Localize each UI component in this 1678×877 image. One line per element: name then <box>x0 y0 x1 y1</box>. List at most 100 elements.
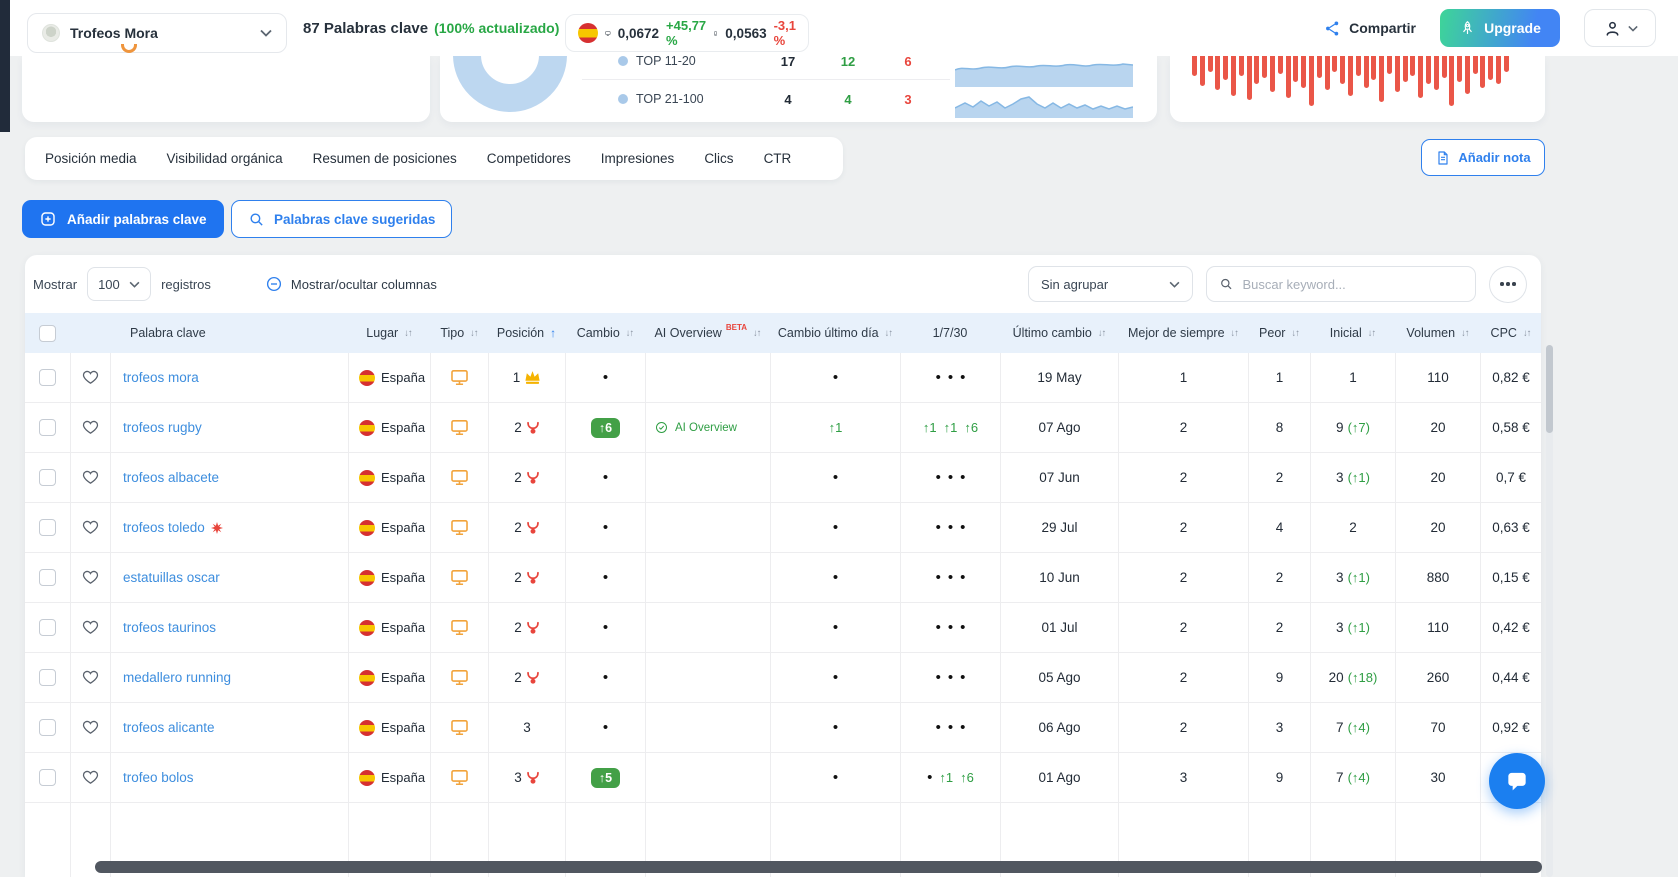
keyword-link[interactable]: trofeos alicante <box>123 720 215 735</box>
row-checkbox[interactable] <box>39 519 56 536</box>
favorite-heart-icon[interactable] <box>82 419 99 436</box>
row-checkbox[interactable] <box>39 369 56 386</box>
favorite-heart-icon[interactable] <box>82 619 99 636</box>
row-checkbox[interactable] <box>39 769 56 786</box>
select-all-checkbox[interactable] <box>39 325 56 342</box>
column-header-cambio[interactable]: Cambio↓↑ <box>565 313 645 353</box>
keyword-link[interactable]: estatuillas oscar <box>123 570 220 585</box>
keyword-link[interactable]: trofeos taurinos <box>123 620 216 635</box>
keyword-link[interactable]: trofeos mora <box>123 370 199 385</box>
column-header-tipo[interactable]: Tipo↓↑ <box>430 313 488 353</box>
ai-overview-cell <box>645 353 770 403</box>
column-header-ltimo-cambio[interactable]: Último cambio↓↑ <box>1000 313 1118 353</box>
suggested-keywords-label: Palabras clave sugeridas <box>274 212 435 227</box>
column-header-posici-n[interactable]: Posición↑ <box>488 313 565 353</box>
row-checkbox[interactable] <box>39 669 56 686</box>
column-header-cpc[interactable]: CPC↓↑ <box>1480 313 1541 353</box>
toggle-columns-button[interactable]: Mostrar/ocultar columnas <box>265 275 437 293</box>
favorite-heart-icon[interactable] <box>82 669 99 686</box>
tab-resumen-de-posiciones[interactable]: Resumen de posiciones <box>313 151 457 166</box>
desktop-icon <box>450 518 469 537</box>
last-day-change-cell: • <box>770 753 900 803</box>
column-header-ai-overview[interactable]: AI OverviewBETA↓↑ <box>645 313 770 353</box>
red-bar <box>1340 56 1345 84</box>
chevron-down-icon <box>1169 281 1180 288</box>
red-bar <box>1293 56 1298 82</box>
row-checkbox[interactable] <box>39 469 56 486</box>
location-cell: España <box>348 653 430 703</box>
project-favicon-icon <box>42 24 60 42</box>
column-header-inicial[interactable]: Inicial↓↑ <box>1310 313 1395 353</box>
horizontal-scrollbar[interactable] <box>95 861 1542 873</box>
favorite-heart-icon[interactable] <box>82 469 99 486</box>
row-checkbox[interactable] <box>39 719 56 736</box>
red-bar <box>1348 56 1353 96</box>
tab-visibilidad-org-nica[interactable]: Visibilidad orgánica <box>167 151 283 166</box>
position-cell: 2 <box>488 653 565 703</box>
ai-overview-cell <box>645 653 770 703</box>
keyword-link[interactable]: trofeos albacete <box>123 470 219 485</box>
user-menu-button[interactable] <box>1584 9 1656 47</box>
page-size-select[interactable]: 100 <box>87 267 151 301</box>
worst-cell: 4 <box>1248 503 1310 553</box>
suggested-keywords-button[interactable]: Palabras clave sugeridas <box>231 200 452 238</box>
initial-cell: 3(↑1) <box>1310 453 1395 503</box>
show-label: Mostrar <box>33 277 77 292</box>
worst-cell: 9 <box>1248 653 1310 703</box>
add-keywords-button[interactable]: Añadir palabras clave <box>22 200 224 238</box>
favorite-heart-icon[interactable] <box>82 569 99 586</box>
row-checkbox[interactable] <box>39 569 56 586</box>
change-cell: • <box>565 453 645 503</box>
column-header-volumen[interactable]: Volumen↓↑ <box>1395 313 1480 353</box>
mobile-change: -3,1 % <box>774 18 796 48</box>
initial-cell: 9(↑7) <box>1310 403 1395 453</box>
vertical-scrollbar-thumb[interactable] <box>1546 345 1553 433</box>
tab-impresiones[interactable]: Impresiones <box>601 151 675 166</box>
group-select[interactable]: Sin agrupar <box>1028 266 1193 302</box>
column-header-peor[interactable]: Peor↓↑ <box>1248 313 1310 353</box>
column-header-lugar[interactable]: Lugar↓↑ <box>348 313 430 353</box>
favorite-heart-icon[interactable] <box>82 719 99 736</box>
column-header-1-7-30[interactable]: 1/7/30 <box>900 313 1000 353</box>
share-button[interactable]: Compartir <box>1324 20 1416 37</box>
keyword-link[interactable]: medallero running <box>123 670 231 685</box>
search-input[interactable] <box>1242 277 1463 292</box>
last-change-date-cell: 01 Jul <box>1000 603 1118 653</box>
upgrade-button[interactable]: Upgrade <box>1440 9 1560 47</box>
tab-competidores[interactable]: Competidores <box>487 151 571 166</box>
row-select-cell <box>25 603 70 653</box>
sort-icon: ↓↑ <box>1523 328 1531 339</box>
tab-posici-n-media[interactable]: Posición media <box>45 151 137 166</box>
favorite-heart-icon[interactable] <box>82 519 99 536</box>
positions-summary-card: TOP 11-20 17 12 6 TOP 21-100 4 4 3 <box>440 56 1157 122</box>
spain-flag-icon <box>359 370 375 386</box>
favorite-heart-icon[interactable] <box>82 769 99 786</box>
tab-clics[interactable]: Clics <box>704 151 733 166</box>
keyword-link[interactable]: trofeos rugby <box>123 420 202 435</box>
tab-ctr[interactable]: CTR <box>764 151 792 166</box>
column-header-mejor-de-siempre[interactable]: Mejor de siempre↓↑ <box>1118 313 1248 353</box>
column-header-cambio-ltimo-d-a[interactable]: Cambio último día↓↑ <box>770 313 900 353</box>
favorite-cell <box>70 603 110 653</box>
favorite-cell <box>70 553 110 603</box>
row-checkbox[interactable] <box>39 419 56 436</box>
desktop-icon <box>450 568 469 587</box>
project-selector[interactable]: Trofeos Mora <box>27 13 287 53</box>
best-ever-cell: 2 <box>1118 553 1248 603</box>
chat-widget-button[interactable] <box>1489 753 1545 809</box>
row-checkbox[interactable] <box>39 619 56 636</box>
more-options-button[interactable] <box>1489 266 1527 303</box>
desktop-icon <box>605 24 611 43</box>
last-change-date-cell: 05 Ago <box>1000 653 1118 703</box>
row-select-cell <box>25 653 70 703</box>
device-type-cell <box>430 753 488 803</box>
column-header-palabra-clave[interactable]: Palabra clave <box>110 313 348 353</box>
add-note-button[interactable]: Añadir nota <box>1421 139 1545 176</box>
keyword-link[interactable]: trofeos toledo <box>123 520 205 535</box>
keyword-link[interactable]: trofeo bolos <box>123 770 194 785</box>
position-cell: 2 <box>488 553 565 603</box>
favorite-heart-icon[interactable] <box>82 369 99 386</box>
bull-icon <box>526 571 540 585</box>
row-select-cell <box>25 503 70 553</box>
red-bar <box>1231 56 1236 96</box>
